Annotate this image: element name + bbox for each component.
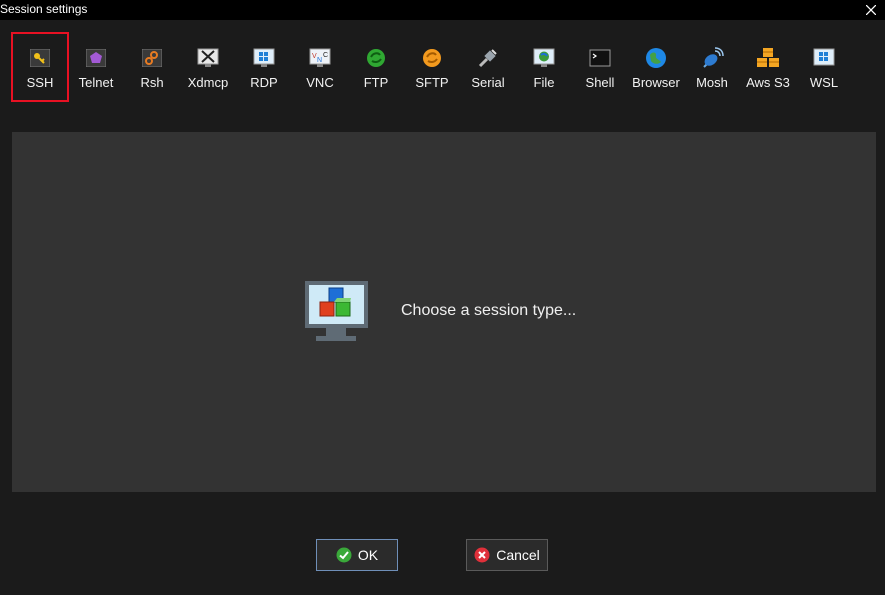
tool-label: Rsh xyxy=(140,75,164,90)
tool-wsl[interactable]: WSL xyxy=(795,32,853,102)
tool-label: WSL xyxy=(809,75,839,90)
ok-label: OK xyxy=(357,547,379,563)
tool-aws-s3[interactable]: Aws S3 xyxy=(739,32,797,102)
rdp-icon xyxy=(252,46,276,70)
ok-button[interactable]: OK xyxy=(316,539,398,571)
tool-shell[interactable]: Shell xyxy=(571,32,629,102)
tool-label: SFTP xyxy=(415,75,449,90)
tool-label: FTP xyxy=(363,75,389,90)
tool-label: Shell xyxy=(585,75,615,90)
mosh-icon xyxy=(700,46,724,70)
tool-rsh[interactable]: Rsh xyxy=(123,32,181,102)
cancel-icon xyxy=(474,547,490,563)
session-type-toolbar: SSH Telnet Rsh Xdmcp RDP V N C VNC FTP S… xyxy=(0,20,885,115)
wsl-icon xyxy=(812,46,836,70)
tool-vnc[interactable]: V N C VNC xyxy=(291,32,349,102)
tool-rdp[interactable]: RDP xyxy=(235,32,293,102)
rsh-icon xyxy=(140,46,164,70)
close-button[interactable] xyxy=(857,0,885,20)
serial-icon xyxy=(476,46,500,70)
tool-label: SSH xyxy=(26,75,54,90)
tool-label: File xyxy=(533,75,555,90)
title-bar: Session settings xyxy=(0,0,885,20)
key-icon xyxy=(28,46,52,70)
tool-ssh[interactable]: SSH xyxy=(11,32,69,102)
telnet-icon xyxy=(84,46,108,70)
xdmcp-icon xyxy=(196,46,220,70)
window-title: Session settings xyxy=(0,2,88,16)
tool-mosh[interactable]: Mosh xyxy=(683,32,741,102)
browser-icon xyxy=(644,46,668,70)
check-icon xyxy=(336,547,352,563)
svg-text:N: N xyxy=(317,57,322,64)
tool-ftp[interactable]: FTP xyxy=(347,32,405,102)
tool-label: Aws S3 xyxy=(746,75,790,90)
tool-label: Telnet xyxy=(78,75,114,90)
cancel-label: Cancel xyxy=(496,547,540,563)
choose-session-prompt: Choose a session type... xyxy=(401,302,577,319)
file-icon xyxy=(532,46,556,70)
close-icon xyxy=(866,5,876,15)
ftp-icon xyxy=(364,46,388,70)
tool-browser[interactable]: Browser xyxy=(627,32,685,102)
tool-serial[interactable]: Serial xyxy=(459,32,517,102)
tool-telnet[interactable]: Telnet xyxy=(67,32,125,102)
tool-label: Browser xyxy=(632,75,680,90)
vnc-icon: V N C xyxy=(308,46,332,70)
shell-icon xyxy=(588,46,612,70)
tool-label: VNC xyxy=(306,75,334,90)
tool-label: Mosh xyxy=(696,75,728,90)
session-settings-panel: Choose a session type... xyxy=(12,132,876,492)
svg-text:C: C xyxy=(323,52,328,59)
aws-s3-icon xyxy=(756,46,780,70)
tool-label: RDP xyxy=(250,75,278,90)
tool-sftp[interactable]: SFTP xyxy=(403,32,461,102)
tool-label: Xdmcp xyxy=(187,75,229,90)
tool-label: Serial xyxy=(471,75,505,90)
cancel-button[interactable]: Cancel xyxy=(466,539,548,571)
session-monitor-icon xyxy=(304,280,370,349)
sftp-icon xyxy=(420,46,444,70)
tool-file[interactable]: File xyxy=(515,32,573,102)
tool-xdmcp[interactable]: Xdmcp xyxy=(179,32,237,102)
